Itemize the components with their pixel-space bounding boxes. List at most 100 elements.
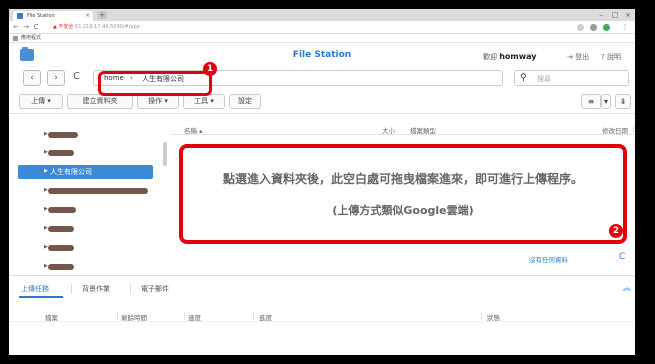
search-input[interactable]: ⚲ 搜尋 [514, 70, 629, 86]
browser-menu-icon[interactable]: ⋮ [621, 23, 629, 32]
tree-item[interactable]: ▶ [18, 260, 153, 274]
tab-divider [71, 284, 72, 294]
new-tab-button[interactable]: + [97, 11, 107, 19]
forward-arrow-icon[interactable]: → [22, 23, 30, 32]
redacted-label [48, 188, 148, 194]
action-label: 操作 [148, 97, 163, 105]
column-size[interactable]: 大小 [382, 125, 395, 135]
redacted-label [48, 207, 76, 213]
refresh-icon[interactable]: C [73, 71, 80, 82]
browser-tab-title: File Station [27, 13, 55, 19]
favicon-icon [17, 13, 23, 19]
dropdown-caret-icon: ▾ [210, 97, 214, 105]
welcome-text: 歡迎 homway [483, 52, 537, 62]
file-list-header: 名稱 ▴ 大小 檔案類型 修改日期 ⋮ [172, 124, 635, 135]
tree-item[interactable]: ▶ [18, 203, 153, 217]
task-panel: 上傳任務 背景作業 電子郵件 ︽ 檔案 剩餘時間 速度 進度 狀態 [9, 275, 635, 355]
column-menu-icon[interactable]: ⋮ [630, 125, 635, 133]
annotation-line-1: 點選進入資料夾後，此空白處可拖曳檔案進來，即可進行上傳程序。 [222, 172, 583, 186]
close-tab-icon[interactable]: × [85, 11, 90, 21]
dropdown-caret-icon: ▾ [164, 97, 168, 105]
collapse-chevron-icon[interactable]: ︽ [623, 282, 631, 293]
task-table-header: 檔案 剩餘時間 速度 進度 狀態 [9, 310, 635, 322]
task-col-file[interactable]: 檔案 [45, 312, 58, 322]
tree-scrollbar[interactable] [163, 142, 167, 166]
expand-arrow-icon[interactable]: ▶ [44, 168, 48, 174]
tree-item[interactable]: ▶ [18, 184, 153, 198]
bookmark-star-icon[interactable] [577, 24, 584, 31]
empty-list-text: 沒有任何資料 [529, 256, 568, 264]
tree-item-selected[interactable]: ▶ 人生有限公司 [18, 165, 153, 179]
list-refresh-icon[interactable]: C [619, 252, 625, 262]
help-label: 說明 [606, 53, 621, 61]
maximize-icon[interactable]: □ [609, 9, 621, 21]
browser-addressbar: ← → C ▲ 不安全 61.219.17.46:5000/#/app ⋮ [9, 21, 635, 34]
column-modified[interactable]: 修改日期 [602, 125, 628, 135]
search-placeholder: 搜尋 [537, 75, 551, 83]
screenshot-frame: File Station × + – □ × ← → C ▲ 不安全 61.21… [9, 9, 635, 355]
tree-item-label: 人生有限公司 [50, 168, 92, 176]
logout-button[interactable]: ⇥ 登出 [567, 52, 589, 62]
tree-item[interactable]: ▶ [18, 146, 153, 160]
upload-label: 上傳 [31, 97, 46, 105]
action-button[interactable]: 操作 ▾ [137, 94, 179, 109]
col-divider [117, 312, 118, 320]
tab-upload-tasks[interactable]: 上傳任務 [21, 284, 49, 294]
tree-item[interactable]: ▶ [18, 222, 153, 236]
tree-item[interactable]: ▶ [18, 128, 153, 142]
new-folder-button[interactable]: 建立資料夾 [67, 94, 133, 109]
minimize-icon[interactable]: – [595, 9, 607, 21]
bookmark-apps[interactable]: 應用程式 [21, 35, 41, 41]
column-name-label: 名稱 [184, 127, 197, 135]
tab-email[interactable]: 電子郵件 [141, 284, 169, 294]
redacted-label [48, 245, 74, 251]
path-highlight-annotation [98, 71, 212, 96]
username: homway [499, 52, 537, 61]
tools-button[interactable]: 工具 ▾ [183, 94, 225, 109]
view-dropdown-icon[interactable]: ▾ [601, 94, 611, 109]
browser-tab[interactable]: File Station × [13, 11, 93, 21]
help-button[interactable]: ? 說明 [601, 52, 621, 62]
redacted-label [48, 264, 74, 270]
reload-icon[interactable]: C [32, 23, 40, 32]
settings-button[interactable]: 設定 [229, 94, 261, 109]
upload-button[interactable]: 上傳 ▾ [19, 94, 63, 109]
redacted-label [48, 132, 78, 138]
col-divider [253, 312, 254, 320]
settings-label: 設定 [238, 97, 252, 105]
nav-forward-button[interactable]: › [47, 70, 65, 86]
task-col-progress[interactable]: 進度 [259, 312, 272, 322]
extension-icon[interactable] [590, 24, 597, 31]
annotation-line-2: (上傳方式類似Google雲端) [332, 204, 474, 217]
drop-area-annotation[interactable]: 點選進入資料夾後，此空白處可拖曳檔案進來，即可進行上傳程序。 (上傳方式類似Go… [179, 144, 627, 244]
sort-icon[interactable]: ⇟ [615, 94, 631, 109]
logout-icon: ⇥ [567, 53, 576, 61]
dropdown-caret-icon: ▾ [47, 97, 51, 105]
back-arrow-icon[interactable]: ← [12, 23, 20, 32]
list-view-icon[interactable]: ≡ [581, 94, 601, 109]
insecure-warning: ▲ 不安全 [53, 24, 74, 30]
task-col-status[interactable]: 狀態 [487, 312, 500, 322]
tab-background-tasks[interactable]: 背景作業 [82, 284, 110, 294]
welcome-prefix: 歡迎 [483, 53, 497, 61]
col-divider [184, 312, 185, 320]
redacted-label [48, 150, 74, 156]
task-col-speed[interactable]: 速度 [188, 312, 201, 322]
active-tab-indicator [19, 296, 63, 298]
tree-item[interactable]: ▶ [18, 241, 153, 255]
close-window-icon[interactable]: × [622, 9, 634, 21]
tab-divider [130, 284, 131, 294]
task-col-remaining[interactable]: 剩餘時間 [121, 312, 147, 322]
column-name[interactable]: 名稱 ▴ [184, 125, 202, 135]
annotation-badge-2: 2 [609, 224, 623, 238]
col-divider [481, 312, 482, 320]
new-folder-label: 建立資料夾 [82, 97, 118, 105]
apps-icon [13, 36, 18, 41]
nav-back-button[interactable]: ‹ [23, 70, 41, 86]
browser-tabbar: File Station × + – □ × [9, 9, 635, 21]
url-text: 61.219.17.46:5000/#/app [75, 24, 140, 30]
folder-tree: ▶ ▶ ▶ 人生有限公司 ▶ ▶ ▶ ▶ ▶ [18, 116, 163, 272]
url-field[interactable]: ▲ 不安全 61.219.17.46:5000/#/app [53, 23, 553, 32]
column-type[interactable]: 檔案類型 [410, 125, 436, 135]
extension-green-icon[interactable] [603, 24, 610, 31]
